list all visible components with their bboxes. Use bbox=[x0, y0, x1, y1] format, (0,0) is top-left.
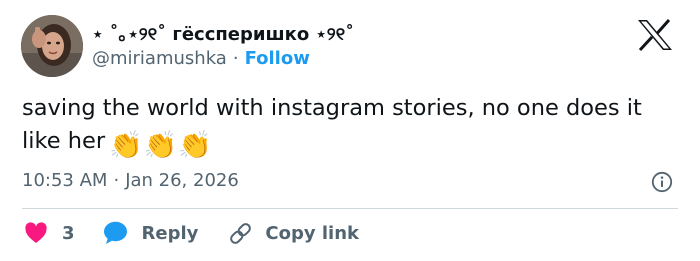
link-icon bbox=[230, 222, 252, 244]
display-name[interactable]: ⋆ ˚｡⋆୨୧˚ гёссперишко ⋆୨୧˚ bbox=[92, 20, 354, 46]
tweet-time: 10:53 AM bbox=[22, 170, 108, 191]
info-icon[interactable] bbox=[651, 171, 673, 193]
like-button[interactable]: 3 bbox=[24, 222, 103, 244]
tweet-actions: 3 Reply Copy link bbox=[24, 220, 359, 246]
x-logo-icon[interactable] bbox=[636, 18, 674, 52]
avatar[interactable] bbox=[21, 15, 83, 77]
speech-bubble-icon bbox=[103, 221, 127, 244]
divider bbox=[22, 208, 678, 209]
copy-link-button[interactable]: Copy link bbox=[228, 221, 359, 246]
tweet-timestamp[interactable]: 10:53 AM · Jan 26, 2026 bbox=[22, 170, 239, 191]
like-count: 3 bbox=[62, 222, 75, 244]
reply-label: Reply bbox=[141, 222, 199, 244]
follow-button[interactable]: Follow bbox=[245, 48, 310, 69]
reply-button[interactable]: Reply bbox=[103, 221, 229, 245]
heart-icon bbox=[25, 222, 47, 243]
handle-separator: · bbox=[232, 48, 239, 69]
tweet-body: saving the world with instagram stories,… bbox=[22, 92, 672, 159]
timestamp-separator: · bbox=[113, 170, 120, 191]
clapping-hands-icon: 👏 bbox=[109, 130, 143, 161]
clap-emoji-group: 👏 👏 👏 bbox=[109, 132, 212, 159]
user-meta-row: @miriamushka · Follow bbox=[92, 48, 310, 69]
tweet-date: Jan 26, 2026 bbox=[125, 170, 239, 191]
user-handle[interactable]: @miriamushka bbox=[92, 48, 227, 69]
clapping-hands-icon: 👏 bbox=[143, 130, 178, 161]
clapping-hands-icon: 👏 bbox=[178, 130, 212, 161]
avatar-photo bbox=[21, 15, 83, 77]
copy-link-label: Copy link bbox=[265, 222, 359, 244]
